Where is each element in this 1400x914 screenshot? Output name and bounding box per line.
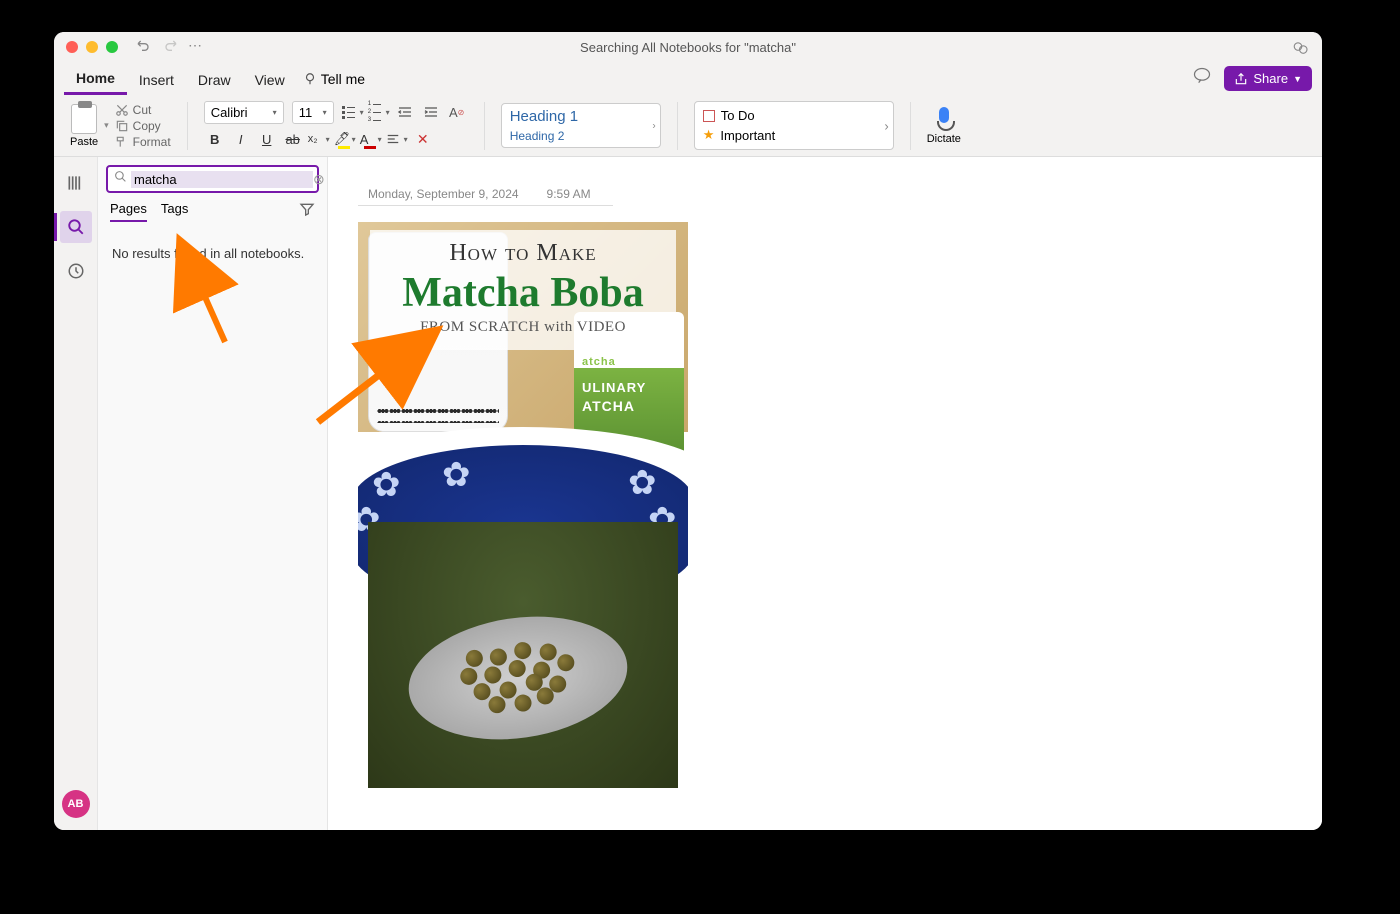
numbering-button[interactable]: 123▾ <box>368 101 390 123</box>
search-tab-pages[interactable]: Pages <box>110 201 147 222</box>
search-nav-button[interactable] <box>60 211 92 243</box>
redo-button[interactable] <box>162 37 178 58</box>
align-button[interactable]: ▾ <box>386 128 408 150</box>
search-icon <box>114 170 127 188</box>
star-icon: ★ <box>703 127 715 143</box>
notebooks-button[interactable] <box>60 167 92 199</box>
highlight-button[interactable]: 🖊▾ <box>334 128 356 150</box>
clear-formatting-button[interactable]: A⊘ <box>446 101 468 123</box>
nav-rail: AB <box>54 157 98 830</box>
no-results-message: No results found in all notebooks. <box>106 222 319 285</box>
styles-expand-icon[interactable]: › <box>652 120 655 131</box>
font-family-select[interactable]: Calibri▾ <box>204 101 284 124</box>
dictate-button[interactable]: Dictate <box>927 107 961 145</box>
delete-button[interactable]: ✕ <box>412 128 434 150</box>
minimize-button[interactable] <box>86 41 98 53</box>
bullets-button[interactable]: ▾ <box>342 101 364 123</box>
window-controls <box>66 41 118 53</box>
share-button[interactable]: Share ▼ <box>1224 66 1312 91</box>
more-button[interactable]: ⋯ <box>188 37 202 58</box>
clipboard-icon <box>71 104 97 134</box>
styles-gallery[interactable]: Heading 1 Heading 2 › <box>501 103 661 148</box>
tab-home[interactable]: Home <box>64 62 127 95</box>
quick-actions: ⋯ <box>136 37 202 58</box>
maximize-button[interactable] <box>106 41 118 53</box>
microphone-icon <box>935 107 953 131</box>
tab-view[interactable]: View <box>243 64 297 94</box>
chevron-down-icon: ▼ <box>1293 74 1302 84</box>
clear-search-button[interactable]: ⊗ <box>313 171 325 188</box>
strikethrough-button[interactable]: ab <box>282 128 304 150</box>
tell-me[interactable]: Tell me <box>303 71 365 87</box>
paste-button[interactable]: Paste <box>64 104 104 148</box>
cut-button[interactable]: Cut <box>115 103 171 117</box>
bold-button[interactable]: B <box>204 128 226 150</box>
embedded-image[interactable]: atcha ULINARY ATCHA <box>358 222 688 788</box>
tags-gallery[interactable]: To Do ★Important › <box>694 101 894 150</box>
undo-button[interactable] <box>136 37 152 58</box>
ribbon-tabs: Home Insert Draw View Tell me Share ▼ <box>54 62 1322 95</box>
indent-button[interactable] <box>420 101 442 123</box>
page-time: 9:59 AM <box>547 187 591 201</box>
window-title: Searching All Notebooks for "matcha" <box>580 40 796 55</box>
feedback-icon[interactable] <box>1192 66 1212 91</box>
font-color-button[interactable]: A▾ <box>360 128 382 150</box>
paste-dropdown[interactable]: ▾ <box>104 120 109 131</box>
search-panel: ⊗ Pages Tags No results found in all not… <box>98 157 328 830</box>
tags-expand-icon[interactable]: › <box>884 116 888 135</box>
tab-draw[interactable]: Draw <box>186 64 243 94</box>
italic-button[interactable]: I <box>230 128 252 150</box>
search-box[interactable]: ⊗ <box>106 165 319 193</box>
copy-button[interactable]: Copy <box>115 119 171 133</box>
subscript-button[interactable]: x₂▾ <box>308 128 330 150</box>
image-text-overlay: How to Make Matcha Boba FROM SCRATCH wit… <box>370 230 676 350</box>
close-button[interactable] <box>66 41 78 53</box>
checkbox-icon <box>703 110 715 122</box>
filter-button[interactable] <box>299 201 315 222</box>
page-meta: Monday, September 9, 2024 9:59 AM <box>358 187 613 206</box>
app-window: ⋯ Searching All Notebooks for "matcha" H… <box>54 32 1322 830</box>
recent-button[interactable] <box>60 255 92 287</box>
search-tab-tags[interactable]: Tags <box>161 201 188 222</box>
sync-status-icon[interactable] <box>1292 39 1310 62</box>
page-date: Monday, September 9, 2024 <box>368 187 519 201</box>
font-size-select[interactable]: 11▾ <box>292 101 334 124</box>
underline-button[interactable]: U <box>256 128 278 150</box>
titlebar: ⋯ Searching All Notebooks for "matcha" <box>54 32 1322 62</box>
format-painter-button[interactable]: Format <box>115 135 171 149</box>
search-input[interactable] <box>131 171 313 188</box>
page-canvas[interactable]: Monday, September 9, 2024 9:59 AM atcha … <box>328 157 1322 830</box>
user-avatar[interactable]: AB <box>62 790 90 818</box>
ribbon: Paste ▾ Cut Copy Format Calibri▾ 11▾ ▾ 1… <box>54 95 1322 157</box>
outdent-button[interactable] <box>394 101 416 123</box>
tab-insert[interactable]: Insert <box>127 64 186 94</box>
